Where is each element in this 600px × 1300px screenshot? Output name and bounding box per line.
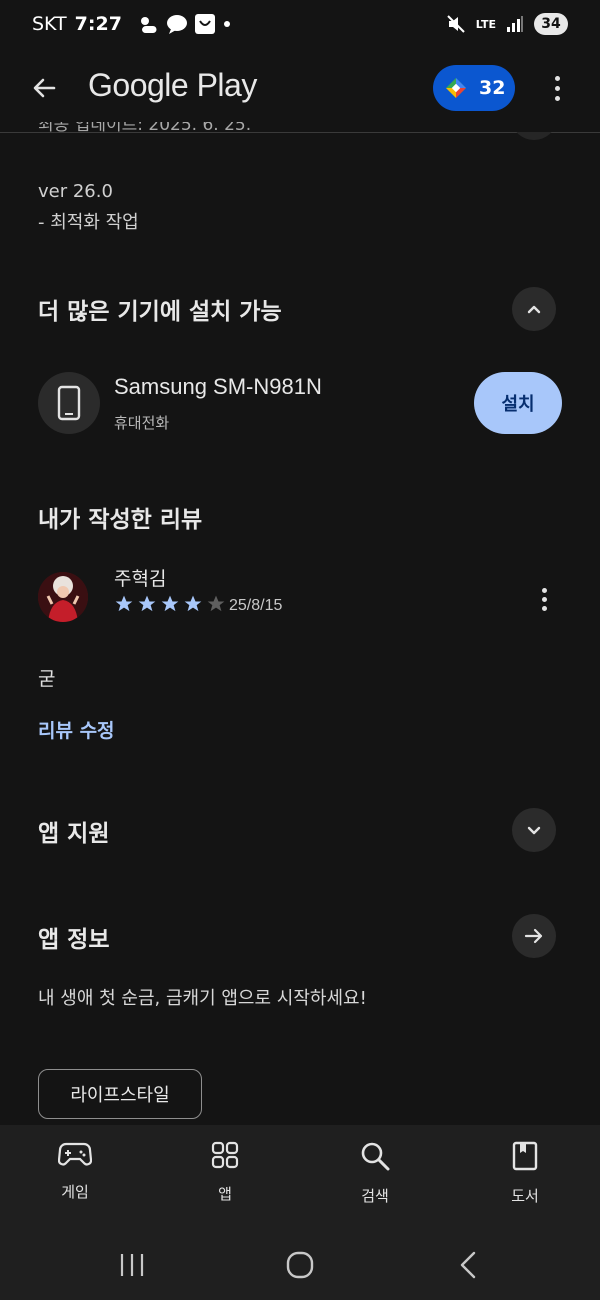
my-review-title: 내가 작성한 리뷰 [38, 507, 203, 533]
nav-item-books[interactable]: 도서 [475, 1141, 575, 1221]
star-filled-icon [115, 595, 133, 612]
edit-review-link[interactable]: 리뷰 수정 [38, 716, 115, 743]
weather-icon [140, 17, 157, 34]
release-note: - 최적화 작업 [38, 212, 139, 233]
device-row: Samsung SM-N981N 휴대전화 설치 [38, 372, 563, 436]
star-filled-icon [161, 595, 179, 612]
battery-indicator: 34 [534, 13, 568, 35]
review-text: 굳 [38, 668, 56, 690]
arrow-back-icon [33, 78, 56, 98]
last-updated-text: 최종 업데이트: 2025. 6. 25. [38, 122, 252, 135]
star-filled-icon [138, 595, 156, 612]
chevron-down-icon [527, 826, 541, 835]
more-vert-icon [541, 587, 547, 593]
chevron-up-icon [527, 305, 541, 314]
recent-apps-button[interactable] [112, 1248, 152, 1282]
back-button[interactable] [24, 68, 64, 108]
nav-label: 도서 [511, 1187, 539, 1205]
search-icon [361, 1142, 390, 1171]
points-count: 32 [479, 77, 506, 99]
review-header: 주혁김 25/8/15 [38, 568, 558, 624]
profile-photo-icon [38, 572, 88, 622]
bottom-navigation: 게임 앱 검색 도서 [0, 1125, 600, 1230]
chat-bubble-icon [166, 15, 187, 34]
reviewer-name: 주혁김 [114, 568, 167, 590]
category-chip[interactable]: 라이프스타일 [38, 1069, 202, 1119]
app-info-title: 앱 정보 [38, 927, 110, 953]
collapse-devices-button[interactable] [512, 287, 556, 331]
more-options-button[interactable] [540, 68, 574, 108]
avatar [38, 572, 88, 622]
play-points-button[interactable]: 32 [433, 65, 515, 111]
carrier-label: SKT [32, 13, 67, 35]
star-filled-icon [184, 595, 202, 612]
app-description: 내 생애 첫 순금, 금캐기 앱으로 시작하세요! [38, 988, 367, 1009]
app-bar: Google Play 32 [0, 56, 600, 122]
nav-item-search[interactable]: 검색 [325, 1141, 425, 1221]
whats-new-text: ver 26.0 - 최적화 작업 [38, 176, 139, 238]
shopping-bag-icon [194, 14, 215, 34]
nav-label: 게임 [61, 1183, 89, 1201]
review-more-button[interactable] [530, 582, 558, 616]
nav-item-apps[interactable]: 앱 [175, 1141, 275, 1221]
install-button[interactable]: 설치 [474, 372, 562, 434]
arrow-forward-icon [524, 928, 543, 944]
play-points-icon [446, 78, 466, 98]
device-avatar [38, 372, 100, 434]
smartphone-icon [57, 385, 81, 421]
app-title: Google Play [88, 67, 257, 103]
signal-icon [507, 16, 523, 32]
device-name: Samsung SM-N981N [114, 374, 322, 399]
nav-label: 앱 [218, 1185, 232, 1203]
app-info-button[interactable] [512, 914, 556, 958]
more-vert-icon [554, 75, 560, 81]
notification-dot-icon [223, 21, 230, 27]
version-label: ver 26.0 [38, 181, 113, 202]
system-back-button[interactable] [448, 1248, 488, 1282]
device-type: 휴대전화 [114, 414, 170, 432]
star-rating [114, 594, 226, 614]
star-empty-icon [207, 595, 225, 612]
review-date: 25/8/15 [229, 597, 283, 614]
expand-support-button[interactable] [512, 808, 556, 852]
home-button[interactable] [280, 1248, 320, 1282]
home-icon [286, 1251, 314, 1279]
app-support-title: 앱 지원 [38, 821, 110, 847]
chevron-left-icon [460, 1251, 476, 1279]
status-bar: SKT 7:27 LTE 34 [0, 0, 600, 48]
nav-item-games[interactable]: 게임 [25, 1141, 125, 1221]
clock: 7:27 [74, 13, 122, 35]
book-icon [512, 1141, 538, 1171]
nav-label: 검색 [361, 1187, 389, 1205]
system-navigation [0, 1230, 600, 1300]
more-devices-title: 더 많은 기기에 설치 가능 [38, 299, 282, 325]
gamepad-icon [58, 1142, 92, 1166]
recents-icon [120, 1254, 144, 1276]
mute-icon [447, 15, 465, 33]
network-type: LTE [475, 17, 496, 31]
apps-grid-icon [211, 1141, 239, 1169]
